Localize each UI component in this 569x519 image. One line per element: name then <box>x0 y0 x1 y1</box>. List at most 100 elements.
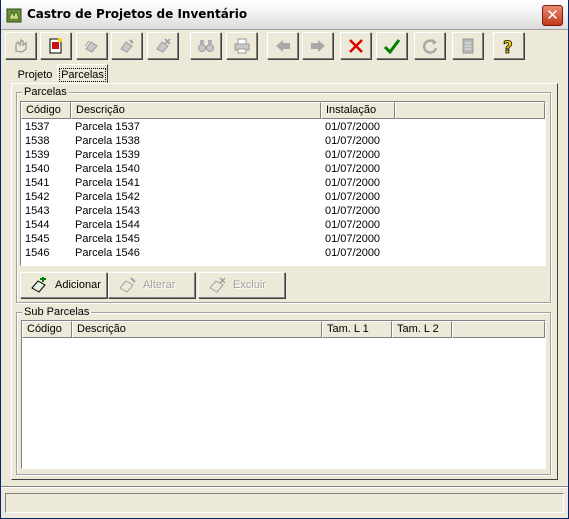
cell-instalacao: 01/07/2000 <box>325 177 381 189</box>
table-row[interactable]: 1540 Parcela 1540 01/07/2000 <box>21 162 545 176</box>
column-header-empty <box>452 321 545 338</box>
cell-descricao: Parcela 1543 <box>75 205 140 217</box>
delete-button-label: Excluir <box>233 279 267 291</box>
column-header-instalacao[interactable]: Instalação <box>321 102 395 119</box>
cell-codigo: 1546 <box>25 247 50 259</box>
cell-codigo: 1541 <box>25 177 50 189</box>
cell-instalacao: 01/07/2000 <box>325 219 381 231</box>
add-button-label: Adicionar <box>55 279 101 291</box>
column-header-descricao[interactable]: Descrição <box>72 321 322 338</box>
cell-descricao: Parcela 1539 <box>75 149 140 161</box>
table-row[interactable]: 1538 Parcela 1538 01/07/2000 <box>21 134 545 148</box>
cell-descricao: Parcela 1537 <box>75 121 140 133</box>
toolbar-button-hand[interactable] <box>5 32 36 59</box>
column-header-tam-l2[interactable]: Tam. L 2 <box>392 321 452 338</box>
cell-instalacao: 01/07/2000 <box>325 149 381 161</box>
tab-parcelas[interactable]: Parcelas <box>57 64 108 84</box>
toolbar-button-delete[interactable] <box>147 32 178 59</box>
column-header-descricao[interactable]: Descrição <box>71 102 321 119</box>
tab-projeto[interactable]: Projeto <box>13 67 57 84</box>
toolbar-button-help[interactable]: ? <box>493 32 524 59</box>
toolbar-button-print[interactable] <box>226 32 257 59</box>
arrow-left-icon <box>276 40 290 52</box>
cell-instalacao: 01/07/2000 <box>325 135 381 147</box>
cell-instalacao: 01/07/2000 <box>325 233 381 245</box>
tab-panel-parcelas: Parcelas Código Descrição Instalação 153… <box>11 83 558 480</box>
toolbar-button-previous[interactable] <box>267 32 298 59</box>
column-header-tam-l1[interactable]: Tam. L 1 <box>322 321 392 338</box>
cell-codigo: 1537 <box>25 121 50 133</box>
table-row[interactable]: 1546 Parcela 1546 01/07/2000 <box>21 246 545 260</box>
cell-codigo: 1540 <box>25 163 50 175</box>
toolbar-button-edit[interactable] <box>111 32 142 59</box>
copy-icon <box>84 40 98 53</box>
cell-codigo: 1543 <box>25 205 50 217</box>
tab-parcelas-label: Parcelas <box>59 68 106 82</box>
cell-descricao: Parcela 1538 <box>75 135 140 147</box>
edit-button-label: Alterar <box>143 279 176 291</box>
window-title: Castro de Projetos de Inventário <box>27 7 248 21</box>
app-icon <box>6 8 22 23</box>
add-hand-icon <box>31 277 46 293</box>
toolbar-button-document[interactable] <box>452 32 483 59</box>
delete-icon <box>156 38 171 53</box>
cell-descricao: Parcela 1542 <box>75 191 140 203</box>
svg-text:?: ? <box>503 38 513 55</box>
toolbar-button-copy[interactable] <box>76 32 107 59</box>
edit-button[interactable]: Alterar <box>108 272 195 298</box>
cell-descricao: Parcela 1541 <box>75 177 140 189</box>
toolbar-button-confirm[interactable] <box>376 32 407 59</box>
cell-instalacao: 01/07/2000 <box>325 205 381 217</box>
toolbar-button-new[interactable] <box>40 32 71 59</box>
table-row[interactable]: 1544 Parcela 1544 01/07/2000 <box>21 218 545 232</box>
help-icon: ? <box>503 38 514 55</box>
add-button[interactable]: Adicionar <box>20 272 107 298</box>
cell-codigo: 1544 <box>25 219 50 231</box>
parcelas-list[interactable]: Código Descrição Instalação 1537 Parcela … <box>20 101 546 266</box>
cell-instalacao: 01/07/2000 <box>325 247 381 259</box>
cell-instalacao: 01/07/2000 <box>325 191 381 203</box>
table-row[interactable]: 1537 Parcela 1537 01/07/2000 <box>21 120 545 134</box>
sub-parcelas-group-label: Sub Parcelas <box>22 306 92 318</box>
cell-instalacao: 01/07/2000 <box>325 121 381 133</box>
tab-projeto-label: Projeto <box>17 69 53 81</box>
column-header-empty <box>395 102 545 119</box>
column-header-codigo[interactable]: Código <box>21 102 71 119</box>
toolbar-button-search[interactable] <box>190 32 221 59</box>
toolbar-button-next[interactable] <box>302 32 333 59</box>
status-bar <box>5 493 564 513</box>
cell-codigo: 1539 <box>25 149 50 161</box>
main-window: Castro de Projetos de Inventário ✕ ? Pro… <box>0 0 569 519</box>
document-icon <box>462 38 474 54</box>
column-header-codigo[interactable]: Código <box>22 321 72 338</box>
cell-codigo: 1545 <box>25 233 50 245</box>
cell-codigo: 1542 <box>25 191 50 203</box>
table-row[interactable]: 1542 Parcela 1542 01/07/2000 <box>21 190 545 204</box>
parcelas-group-label: Parcelas <box>22 86 69 98</box>
toolbar-button-cancel[interactable] <box>340 32 371 59</box>
binoculars-icon <box>198 40 214 52</box>
table-row[interactable]: 1541 Parcela 1541 01/07/2000 <box>21 176 545 190</box>
print-icon <box>234 38 250 54</box>
edit-hand-icon <box>119 277 136 293</box>
table-row[interactable]: 1545 Parcela 1545 01/07/2000 <box>21 232 545 246</box>
cancel-x-icon <box>349 39 363 53</box>
delete-hand-icon <box>209 277 226 293</box>
toolbar: ? <box>1 31 568 61</box>
toolbar-button-refresh[interactable] <box>414 32 445 59</box>
cell-codigo: 1538 <box>25 135 50 147</box>
arrow-right-icon <box>311 40 325 52</box>
delete-button[interactable]: Excluir <box>198 272 285 298</box>
divider <box>1 486 568 488</box>
cell-descricao: Parcela 1540 <box>75 163 140 175</box>
edit-icon <box>120 39 134 53</box>
cell-descricao: Parcela 1545 <box>75 233 140 245</box>
cell-instalacao: 01/07/2000 <box>325 163 381 175</box>
sub-parcelas-list[interactable]: Código Descrição Tam. L 1 Tam. L 2 <box>21 320 546 469</box>
close-button[interactable]: ✕ <box>542 5 563 26</box>
title-bar[interactable]: Castro de Projetos de Inventário ✕ <box>1 0 568 30</box>
table-row[interactable]: 1539 Parcela 1539 01/07/2000 <box>21 148 545 162</box>
confirm-check-icon <box>383 39 401 55</box>
cell-descricao: Parcela 1546 <box>75 247 140 259</box>
table-row[interactable]: 1543 Parcela 1543 01/07/2000 <box>21 204 545 218</box>
